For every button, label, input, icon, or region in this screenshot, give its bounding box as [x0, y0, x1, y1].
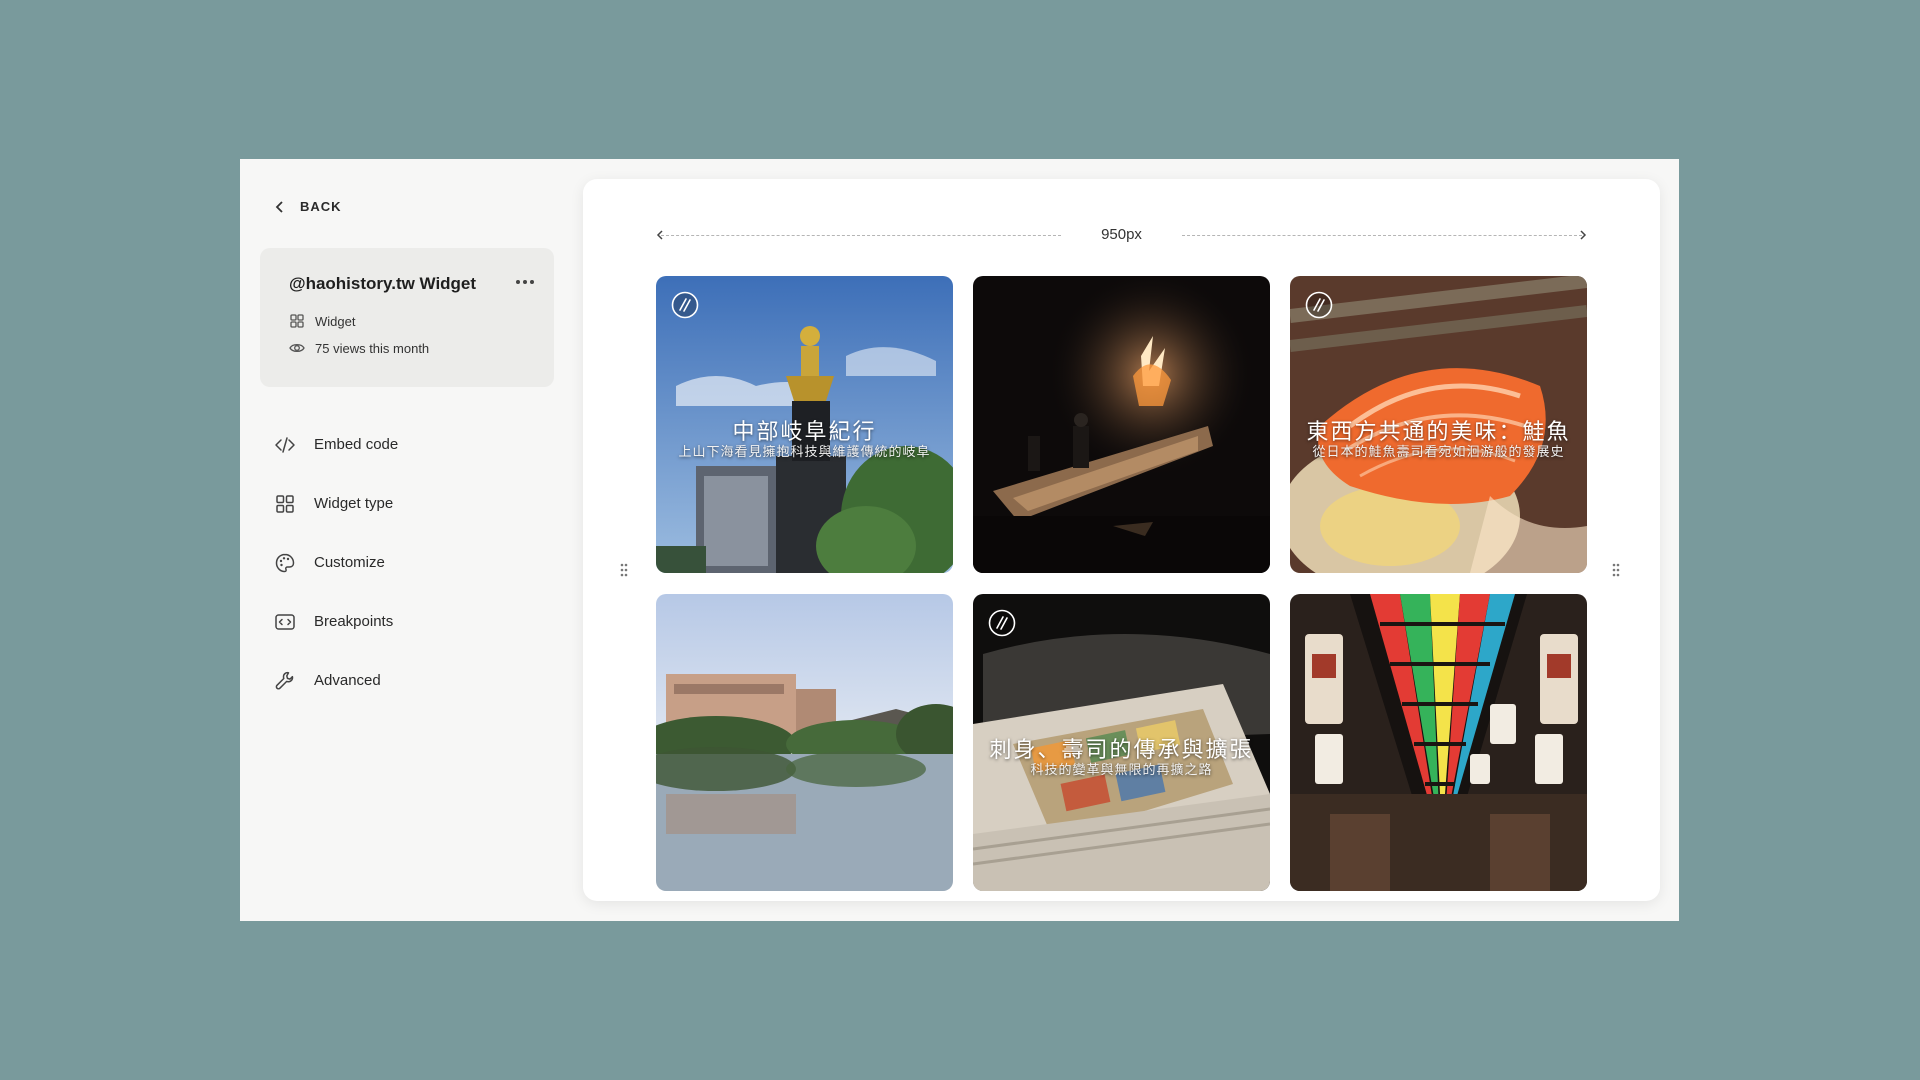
- multi-post-icon: [1305, 291, 1333, 319]
- sidebar-item-label: Widget type: [314, 495, 394, 512]
- widget-card[interactable]: @haohistory.tw Widget Widget 75 views th…: [260, 248, 554, 387]
- sidebar-item-embed-code[interactable]: Embed code: [274, 415, 398, 474]
- sidebar-item-customize[interactable]: Customize: [274, 533, 398, 592]
- post-grid: 中部岐阜紀行 上山下海看見擁抱科技與維護傳統的岐阜 東西方共通的美味：鮭魚 從日…: [656, 276, 1587, 891]
- chevron-left-icon: [275, 200, 283, 213]
- post-subtitle: 上山下海看見擁抱科技與維護傳統的岐阜: [678, 445, 931, 460]
- sidebar-item-breakpoints[interactable]: Breakpoints: [274, 592, 398, 651]
- post-image: [656, 594, 953, 891]
- sidebar-item-label: Advanced: [314, 672, 381, 689]
- post-tile[interactable]: 東西方共通的美味：鮭魚 從日本的鮭魚壽司看宛如洄游般的發展史: [1290, 276, 1587, 573]
- drag-handle-left-icon[interactable]: [619, 562, 629, 578]
- sidebar-item-label: Embed code: [314, 436, 399, 453]
- ruler-line: [1182, 235, 1582, 236]
- dot-icon: [516, 280, 520, 284]
- eye-icon: [289, 343, 305, 353]
- code-icon: [275, 436, 295, 453]
- back-button[interactable]: BACK: [274, 199, 342, 214]
- sidebar-item-advanced[interactable]: Advanced: [274, 651, 398, 710]
- ruler-line: [661, 235, 1061, 236]
- drag-handle-right-icon[interactable]: [1611, 562, 1621, 578]
- grid-icon: [290, 314, 304, 328]
- wrench-icon: [275, 671, 294, 690]
- multi-post-icon: [671, 291, 699, 319]
- post-image: [1290, 594, 1587, 891]
- post-tile[interactable]: [656, 594, 953, 891]
- palette-icon: [275, 553, 295, 572]
- views-label: 75 views this month: [315, 340, 430, 356]
- sidebar-item-label: Customize: [314, 554, 385, 571]
- breakpoints-icon: [275, 613, 295, 630]
- arrow-right-icon: [1580, 230, 1587, 240]
- width-label: 950px: [1101, 226, 1142, 243]
- views-row: 75 views this month: [289, 340, 429, 356]
- widget-title: @haohistory.tw Widget: [289, 274, 477, 293]
- sidebar-menu: Embed code Widget type Customize Breakpo…: [274, 415, 398, 710]
- back-label: BACK: [300, 199, 342, 214]
- widget-type-label: Widget: [315, 313, 356, 329]
- widget-preview: 950px 中部岐阜紀行 上山下海看見擁抱科技與維護傳統的岐阜 東西方共通的美味…: [583, 179, 1660, 901]
- post-subtitle: 從日本的鮭魚壽司看宛如洄游般的發展史: [1312, 445, 1565, 460]
- sidebar-item-label: Breakpoints: [314, 613, 394, 630]
- sidebar-item-widget-type[interactable]: Widget type: [274, 474, 398, 533]
- post-tile[interactable]: 刺身、壽司的傳承與擴張 科技的變革與無限的再擴之路: [973, 594, 1270, 891]
- post-tile[interactable]: [1290, 594, 1587, 891]
- width-ruler: 950px: [655, 225, 1588, 245]
- dot-icon: [523, 280, 527, 284]
- more-options-button[interactable]: [514, 274, 536, 290]
- multi-post-icon: [988, 609, 1016, 637]
- dot-icon: [530, 280, 534, 284]
- post-image: [973, 276, 1270, 573]
- post-tile[interactable]: [973, 276, 1270, 573]
- post-subtitle: 科技的變革與無限的再擴之路: [1030, 763, 1213, 778]
- grid-icon: [276, 494, 294, 513]
- app-window: BACK @haohistory.tw Widget Widget 75 vie…: [240, 159, 1679, 921]
- widget-type-row: Widget: [289, 313, 355, 329]
- post-tile[interactable]: 中部岐阜紀行 上山下海看見擁抱科技與維護傳統的岐阜: [656, 276, 953, 573]
